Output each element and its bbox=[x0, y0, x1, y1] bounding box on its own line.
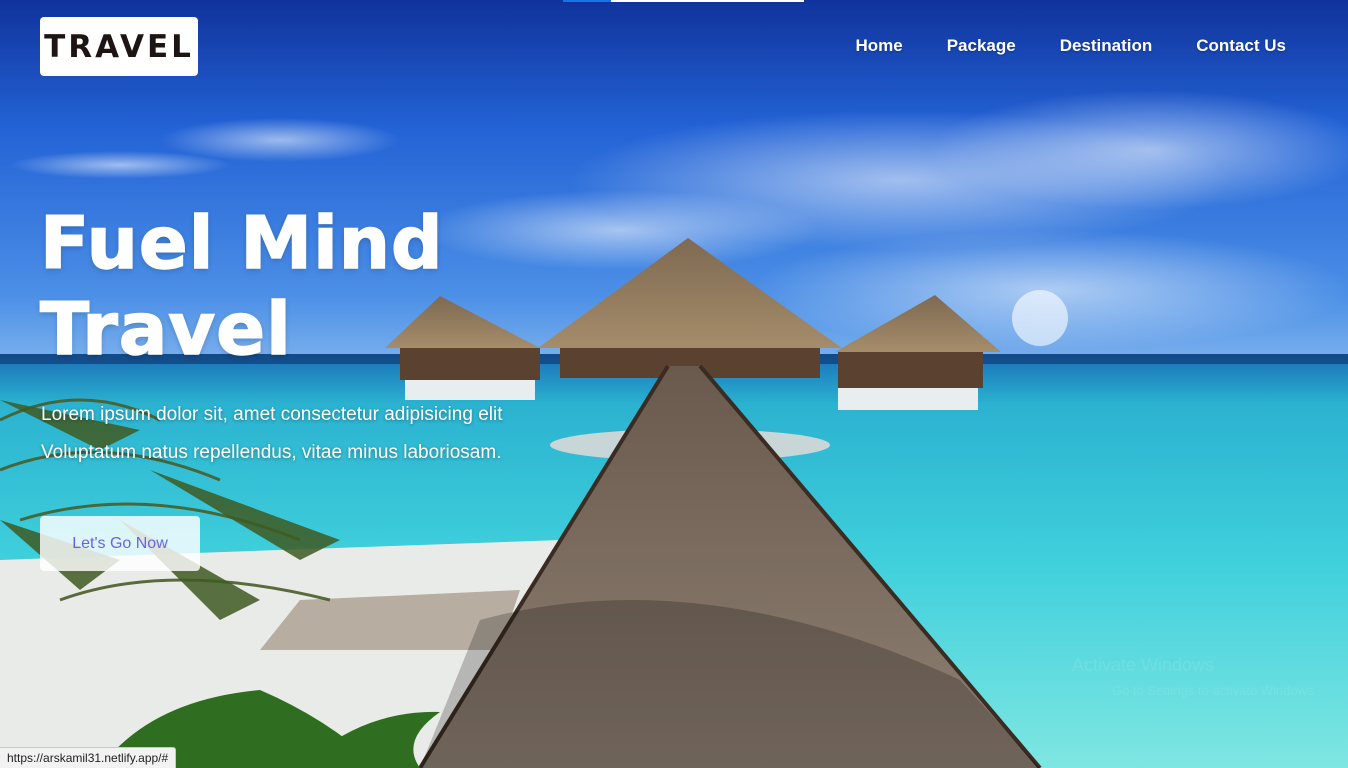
hero-headline-line-1: Fuel Mind bbox=[39, 200, 444, 286]
site-logo[interactable]: TRAVEL bbox=[40, 17, 198, 76]
hero-subtext-line-1: Lorem ipsum dolor sit, amet consectetur … bbox=[41, 404, 503, 425]
main-navigation: Home Package Destination Contact Us bbox=[855, 36, 1286, 56]
hero-headline: Fuel Mind Travel bbox=[39, 200, 444, 372]
watermark-line-1: Activate Windows bbox=[1072, 655, 1215, 675]
hero-subtext-line-2: Voluptatum natus repellendus, vitae minu… bbox=[41, 442, 502, 463]
hero-subtext: Lorem ipsum dolor sit, amet consectetur … bbox=[41, 396, 502, 472]
page-loading-progress-bar bbox=[563, 0, 804, 2]
page: TRAVEL Home Package Destination Contact … bbox=[0, 0, 1348, 768]
logo-text: TRAVEL bbox=[44, 28, 194, 65]
nav-link-destination[interactable]: Destination bbox=[1060, 36, 1153, 56]
hero-headline-line-2: Travel bbox=[39, 286, 292, 372]
nav-link-home[interactable]: Home bbox=[855, 36, 902, 56]
nav-link-contact-us[interactable]: Contact Us bbox=[1196, 36, 1286, 56]
activate-windows-watermark: Activate Windows Go to Settings to activ… bbox=[1072, 652, 1317, 704]
progress-fill bbox=[563, 0, 612, 2]
watermark-line-2: Go to Settings to activate Windows. bbox=[1112, 683, 1318, 698]
link-status-url: https://arskamil31.netlify.app/# bbox=[0, 747, 177, 768]
nav-link-package[interactable]: Package bbox=[947, 36, 1016, 56]
lets-go-now-button[interactable]: Let's Go Now bbox=[40, 516, 200, 571]
